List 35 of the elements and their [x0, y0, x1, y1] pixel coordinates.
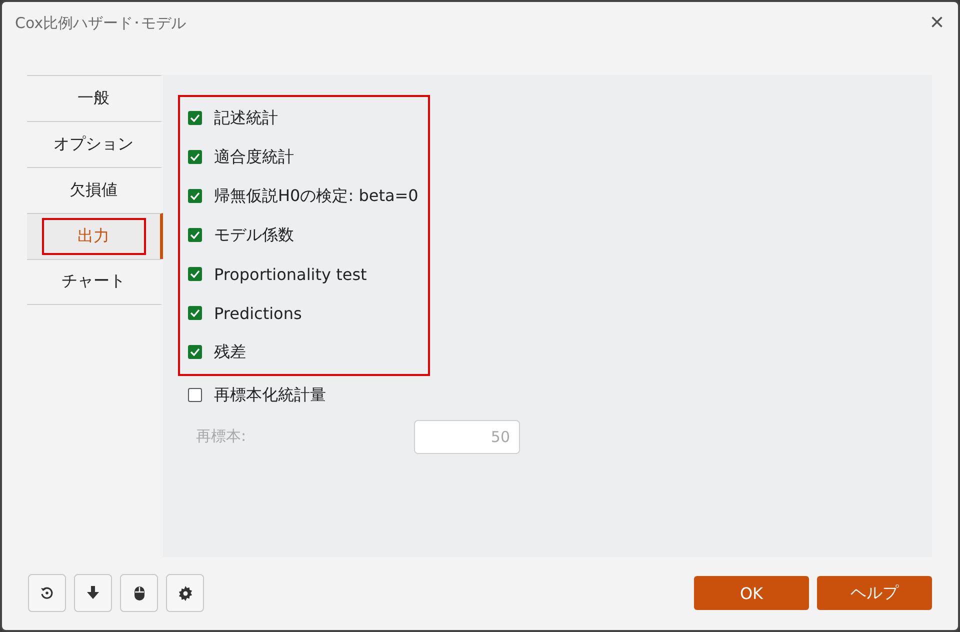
download-icon	[87, 586, 99, 600]
settings-icon	[178, 586, 192, 601]
checkbox[interactable]	[188, 228, 202, 242]
tab-label: オプション	[52, 132, 134, 155]
mouse-button[interactable]	[120, 574, 158, 612]
checkbox[interactable]	[188, 267, 202, 282]
checkbox[interactable]	[188, 306, 202, 320]
tab[interactable]: 出力	[27, 212, 163, 259]
option-label: 残差	[214, 342, 246, 363]
reset-icon	[40, 586, 54, 600]
tab-label: チャート	[60, 270, 126, 292]
checkbox[interactable]	[188, 388, 202, 402]
tab-label: 一般	[76, 86, 110, 109]
checkbox[interactable]	[188, 150, 202, 164]
help-button[interactable]: ヘルプ	[817, 576, 932, 610]
option-label: 適合度統計	[214, 146, 294, 168]
reset-button[interactable]	[28, 574, 66, 612]
option-label: 記述統計	[214, 108, 278, 129]
close-button[interactable]: ×	[930, 11, 944, 36]
window-title: Cox比例ハザード･モデル	[15, 14, 186, 33]
option-label: モデル係数	[214, 224, 294, 246]
option-label: Predictions	[214, 304, 302, 323]
mouse-icon	[134, 586, 144, 601]
tab-label: 欠損値	[68, 178, 118, 201]
field-label: 再標本:	[196, 427, 248, 446]
checkbox[interactable]	[188, 111, 202, 126]
download-button[interactable]	[74, 574, 112, 612]
option-label: 再標本化統計量	[214, 384, 326, 406]
option-label: Proportionality test	[214, 264, 367, 284]
option-label: 帰無仮説H0の検定: beta=0	[214, 186, 418, 207]
settings-button[interactable]	[166, 574, 204, 612]
highlighted-tab-label: 出力	[42, 218, 146, 255]
checkbox[interactable]	[188, 345, 202, 360]
ok-button[interactable]: OK	[694, 576, 809, 610]
checkbox[interactable]	[188, 189, 202, 204]
